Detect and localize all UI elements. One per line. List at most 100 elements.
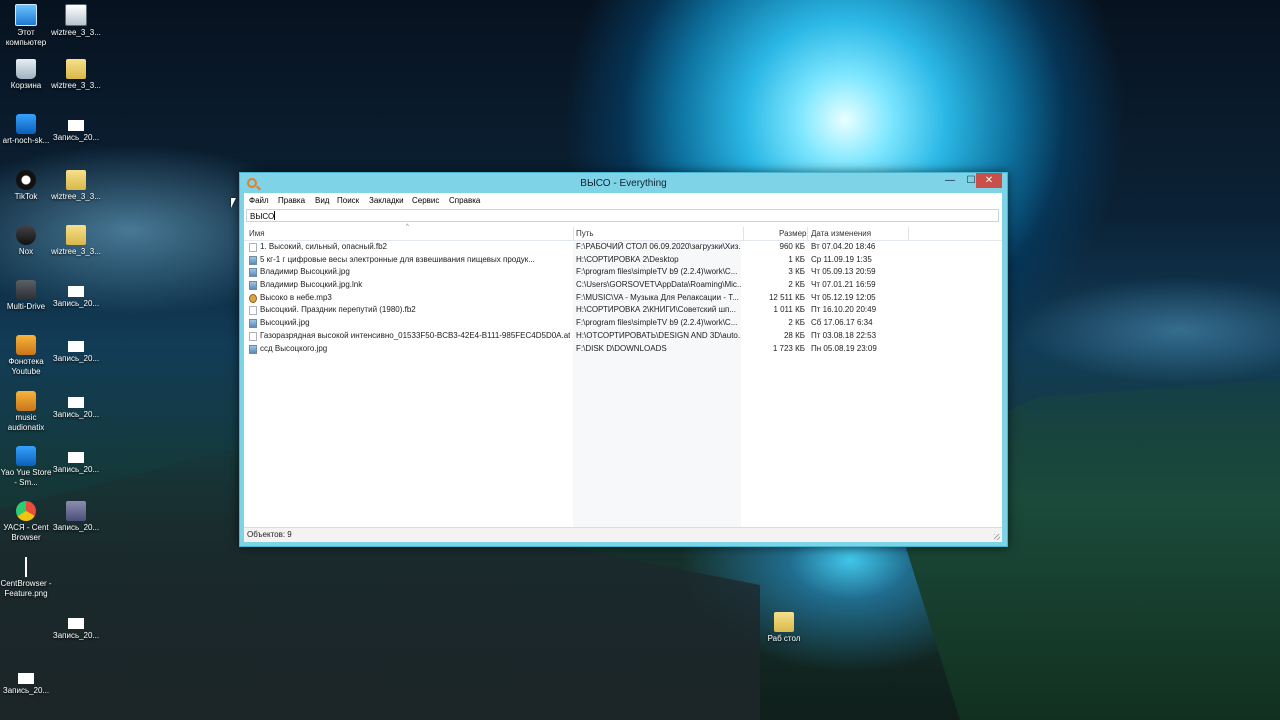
video-file-icon [68,452,84,463]
menu-bar: Файл Правка Вид Поиск Закладки Сервис Сп… [244,193,1002,208]
menu-help[interactable]: Справка [449,196,480,205]
table-row[interactable]: 1. Высокий, сильный, опасный.fb2 F:\РАБОЧ… [244,241,1002,254]
window-client: Файл Правка Вид Поиск Закладки Сервис Сп… [244,193,1002,542]
file-size: 28 КБ [783,330,805,340]
file-name: Газоразрядная высокой интенсивно_01533F5… [260,330,570,340]
desktop-icon[interactable]: Этот компьютер [0,4,52,48]
column-name[interactable]: Имя [249,229,265,238]
desktop-icon[interactable]: Запись_20... [50,114,102,143]
file-name: 5 кг-1 г цифровые весы электронные для в… [260,254,535,264]
desktop-icon[interactable]: Запись_20... [50,446,102,475]
results-list: 1. Высокий, сильный, опасный.fb2 F:\РАБОЧ… [244,241,1002,355]
desktop-icon[interactable]: УАСЯ - Cent Browser [0,501,52,543]
column-size[interactable]: Размер [779,229,807,238]
desktop-icon[interactable]: Запись_20... [50,280,102,309]
desktop-icon[interactable]: music audionatix [0,391,52,433]
mouse-cursor-icon [231,198,236,208]
desktop-icon-label: Запись_20... [52,133,100,142]
file-path: F:\MUSIC\VA - Музыка Для Релаксации - Т.… [576,292,739,302]
desktop-icon[interactable]: Запись_20... [50,335,102,364]
file-path: F:\РАБОЧИЙ СТОЛ 06.09.2020\загрузки\Хиз.… [576,242,741,251]
archive-icon [66,170,86,190]
table-row[interactable]: 5 кг-1 г цифровые весы электронные для в… [244,254,1002,267]
desktop-icon[interactable]: Раб стол [758,612,810,644]
desktop-icon-label: Nox [18,247,34,256]
menu-search[interactable]: Поиск [337,196,359,205]
desktop-icon-label: Запись_20... [52,465,100,474]
table-row[interactable]: Владимир Высоцкий.jpg.lnk C:\Users\GORSOV… [244,279,1002,292]
desktop-icon[interactable]: TikTok [0,170,52,202]
table-row[interactable]: Высоко в небе.mp3 F:\MUSIC\VA - Музыка Дл… [244,292,1002,305]
file-size: 3 КБ [788,267,805,277]
table-row[interactable]: Газоразрядная высокой интенсивно_01533F5… [244,330,1002,343]
desktop-icon[interactable]: Запись_20... [50,501,102,533]
file-path: H:\ОТСОРТИРОВАТЬ\DESIGN AND 3D\auto... [576,330,741,340]
image-icon [16,114,36,134]
file-path: H:\СОРТИРОВКА 2\Desktop [576,254,679,264]
drive-icon [16,280,36,300]
desktop-icon-label: CentBrowser - Feature.png [0,579,52,598]
desktop-icon[interactable]: Nox [0,225,52,257]
file-size: 1 КБ [788,254,805,264]
desktop-icon-label: wiztree_3_3... [51,28,101,37]
desktop-icon[interactable]: Yao Yue Store - Sm... [0,446,52,488]
status-bar: Объектов: 9 [244,527,1002,542]
desktop-icon[interactable]: CentBrowser - Feature.png [0,557,52,599]
desktop-icon[interactable]: Запись_20... [50,612,102,641]
column-divider[interactable] [573,227,574,240]
table-row[interactable]: Высоцкий.jpg F:\program files\simpleTV b9… [244,317,1002,330]
desktop-icon[interactable]: wiztree_3_3... [50,4,102,38]
everything-window[interactable]: ВЫСО - Everything — ☐ ✕ Файл Правка Вид … [239,172,1008,547]
desktop-icon[interactable]: Запись_20... [0,667,52,696]
column-divider[interactable] [908,227,909,240]
music-folder-icon [16,335,36,355]
image-file-icon [249,268,257,278]
column-divider[interactable] [743,227,744,240]
file-date: Ср 11.09.19 1:35 [811,254,872,264]
file-date: Чт 07.01.21 16:59 [811,280,876,290]
file-path: F:\DISK D\DOWNLOADS [576,343,667,353]
file-size: 1 011 КБ [773,305,805,315]
desktop-icon-label: Запись_20... [2,686,50,695]
music-folder-icon [16,391,36,411]
file-name: Высоко в небе.mp3 [260,292,332,302]
file-name: ссд Высоцкого.jpg [260,343,328,353]
desktop-icon[interactable]: art-noch-sk... [0,114,52,146]
column-date[interactable]: Дата изменения [811,229,871,238]
column-divider[interactable] [807,227,808,240]
file-date: Чт 05.09.13 20:59 [811,267,876,277]
desktop-icon-label: Yao Yue Store - Sm... [0,468,52,487]
desktop-icon[interactable]: Фонотека Youtube [0,335,52,377]
desktop-icon-label: wiztree_3_3... [51,192,101,201]
file-path: F:\program files\simpleTV b9 (2.2.4)\wor… [576,318,738,328]
video-file-icon [68,120,84,131]
desktop-icon-label: wiztree_3_3... [51,81,101,90]
search-input[interactable]: ВЫСО [246,209,999,222]
table-row[interactable]: Высоцкий. Праздник перепутий (1980).fb2 H… [244,304,1002,317]
menu-bookmarks[interactable]: Закладки [369,196,404,205]
close-button[interactable]: ✕ [976,173,1002,188]
table-row[interactable]: Владимир Высоцкий.jpg F:\program files\si… [244,266,1002,279]
desktop-icon-label: TikTok [14,192,38,201]
menu-tools[interactable]: Сервис [412,196,439,205]
desktop-icon[interactable]: wiztree_3_3... [50,170,102,202]
table-row[interactable]: ссд Высоцкого.jpg F:\DISK D\DOWNLOADS 1 72… [244,343,1002,356]
desktop-icon[interactable]: Запись_20... [50,391,102,420]
menu-edit[interactable]: Правка [278,196,305,205]
desktop-icon-label: Запись_20... [52,354,100,363]
file-name: Владимир Высоцкий.jpg.lnk [260,280,363,290]
desktop-icon[interactable]: wiztree_3_3... [50,225,102,257]
computer-icon [15,4,37,26]
desktop-icon-label: music audionatix [7,413,45,432]
desktop-icon[interactable]: Multi-Drive [0,280,52,312]
title-bar[interactable]: ВЫСО - Everything — ☐ ✕ [240,173,1007,193]
menu-view[interactable]: Вид [315,196,329,205]
desktop-icon[interactable]: wiztree_3_3... [50,59,102,91]
resize-grip-icon[interactable] [994,534,1000,540]
file-size: 1 723 КБ [772,343,805,353]
file-size: 2 КБ [788,280,805,290]
desktop-icon[interactable]: Корзина [0,59,52,91]
desktop-icon-label: art-noch-sk... [2,136,50,145]
column-path[interactable]: Путь [576,229,594,238]
menu-file[interactable]: Файл [249,196,269,205]
